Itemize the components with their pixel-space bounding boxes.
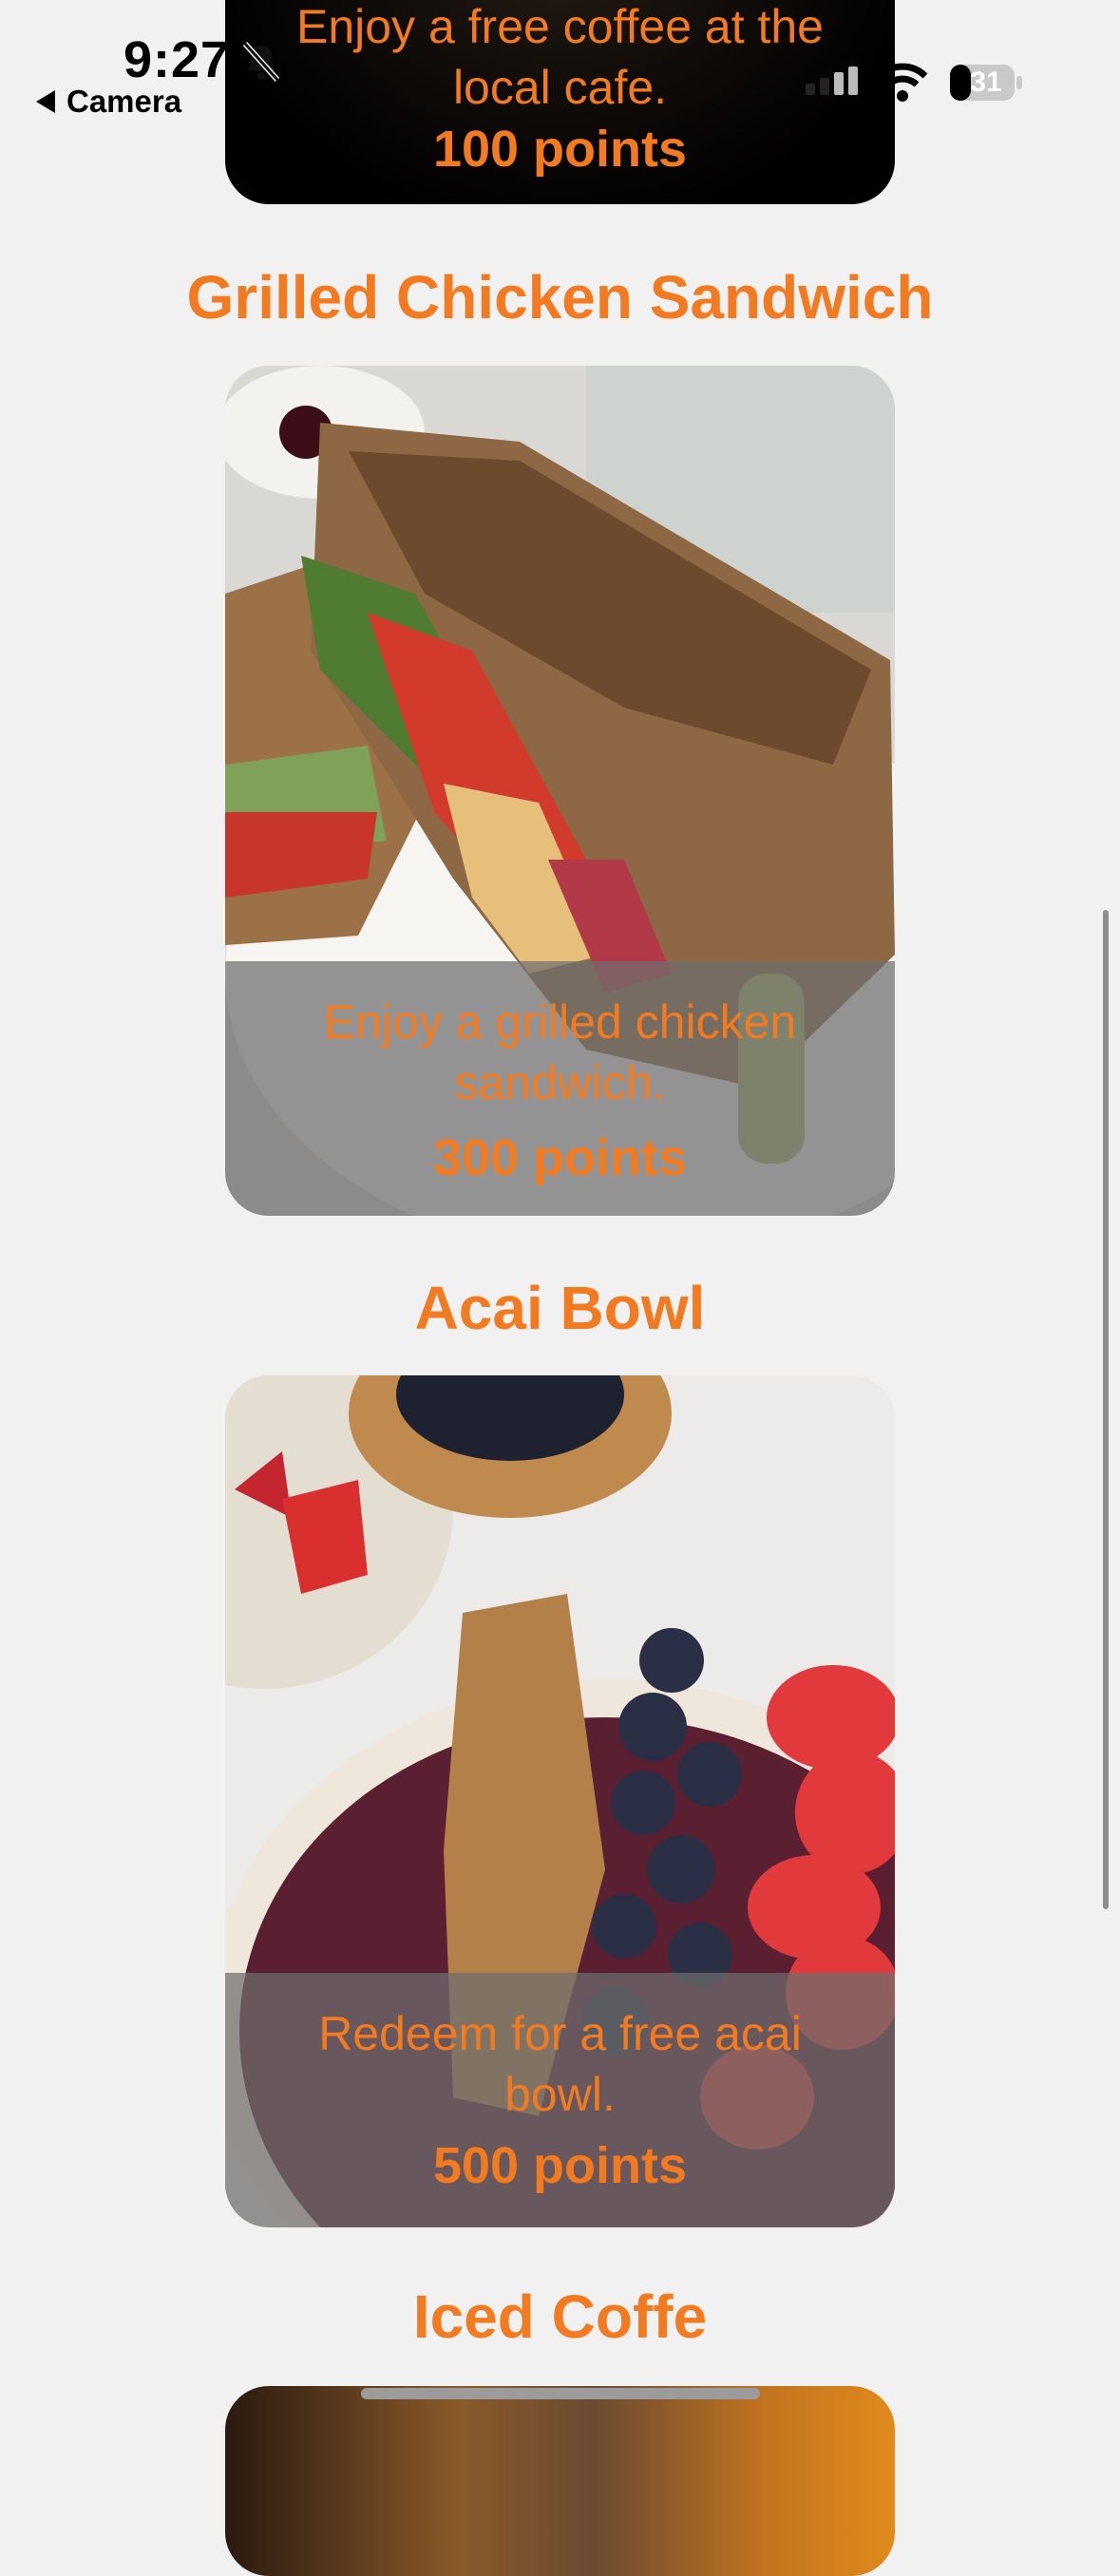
status-bar: 9:27 Camera 31 [0, 0, 1120, 142]
reward-title: Grilled Chicken Sandwich [186, 263, 934, 331]
reward-title: Iced Coffe [412, 2282, 708, 2351]
cellular-signal-icon [806, 66, 858, 95]
reward-points: 500 points [432, 2137, 688, 2194]
reward-card-sandwich[interactable]: Enjoy a grilled chicken sandwich. 300 po… [225, 366, 895, 1216]
reward-description: Redeem for a free acai bowl. [318, 2007, 802, 2121]
back-label: Camera [66, 84, 182, 119]
reward-title: Acai Bowl [414, 1274, 706, 1342]
vertical-scrollbar[interactable] [1103, 910, 1109, 1909]
reward-card-iced-coffee[interactable] [225, 2386, 895, 2576]
status-time: 9:27 [123, 31, 231, 88]
iced-coffee-image [225, 2386, 895, 2576]
reward-card-acai[interactable]: Redeem for a free acai bowl. 500 points [225, 1375, 895, 2227]
back-arrow-icon [36, 90, 55, 113]
wifi-icon [877, 63, 928, 102]
reward-points: 300 points [432, 1129, 688, 1186]
battery-percent: 31 [970, 66, 1002, 98]
home-indicator[interactable] [361, 2388, 760, 2399]
reward-description: Enjoy a grilled chicken sandwich. [323, 995, 797, 1109]
back-to-camera-button[interactable]: Camera [36, 84, 181, 120]
silent-bell-icon [242, 41, 280, 83]
